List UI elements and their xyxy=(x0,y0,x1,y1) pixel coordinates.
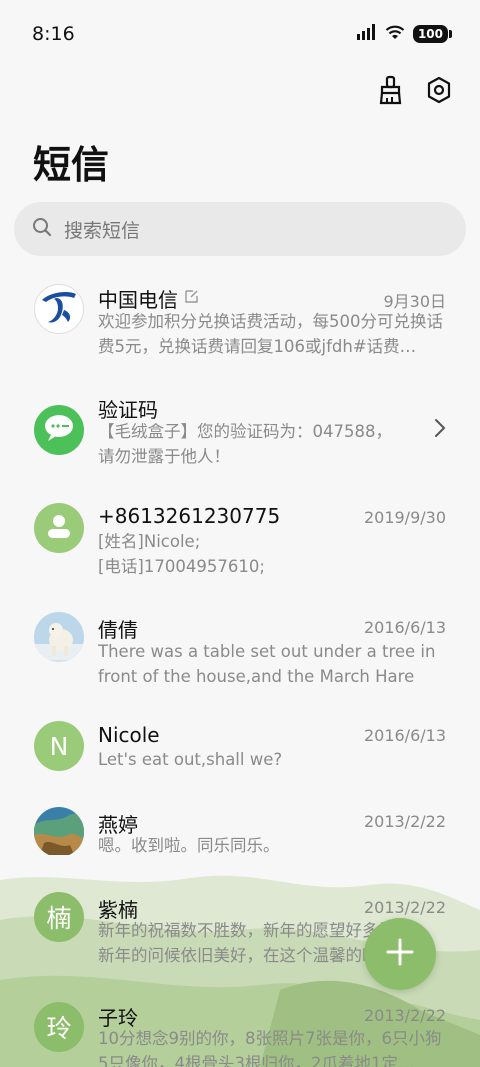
status-bar: 8:16 100 xyxy=(0,0,480,68)
message-date: 2016/6/13 xyxy=(363,618,446,637)
list-item[interactable]: 验证码 【毛绒盒子】您的验证码为：047588，请勿泄露于他人！ xyxy=(0,378,480,486)
sender-name: +8613261230775 xyxy=(98,504,281,528)
list-item[interactable]: 燕婷 2013/2/22 嗯。收到啦。同乐同乐。 xyxy=(0,794,480,880)
list-item[interactable]: 中国电信 9月30日 欢迎参加积分兑换话费活动，每500分可兑换话费5元，兑换话… xyxy=(0,268,480,376)
avatar-letter: 玲 xyxy=(46,1014,72,1043)
china-telecom-logo-icon xyxy=(36,285,82,333)
message-preview-line: [姓名]Nicole; xyxy=(98,532,201,551)
compose-button[interactable] xyxy=(364,918,436,990)
message-preview-line: [电话]17004957610; xyxy=(98,557,265,576)
battery-indicator: 100 xyxy=(412,25,453,43)
message-preview: 嗯。收到啦。同乐同乐。 xyxy=(98,836,280,855)
avatar xyxy=(34,284,84,334)
avatar: 玲 xyxy=(34,1002,84,1052)
message-preview: 欢迎参加积分兑换话费活动，每500分可兑换话费5元，兑换话费请回复106或jfd… xyxy=(98,312,443,356)
toolbar xyxy=(376,75,454,109)
signal-icon xyxy=(356,24,377,44)
message-date: 2016/6/13 xyxy=(363,726,446,745)
avatar xyxy=(34,807,84,857)
polar-bear-photo xyxy=(34,612,84,662)
search-placeholder: 搜索短信 xyxy=(64,219,141,242)
message-date: 2019/9/30 xyxy=(363,508,446,527)
gear-icon xyxy=(426,76,452,108)
list-item[interactable]: +8613261230775 2019/9/30 [姓名]Nicole; [电话… xyxy=(0,488,480,596)
settings-button[interactable] xyxy=(424,75,454,109)
avatar-letter: N xyxy=(49,731,69,761)
list-item[interactable]: 玲 子玲 2013/2/22 10分想念9别的你，8张照片7张是你，6只小狗5只… xyxy=(0,990,480,1067)
list-item[interactable]: 倩倩 2016/6/13 There was a table set out u… xyxy=(0,598,480,706)
avatar xyxy=(34,503,84,553)
message-date: 2013/2/22 xyxy=(363,812,446,831)
plus-icon xyxy=(385,937,415,971)
sender-name: Nicole xyxy=(98,723,160,747)
avatar xyxy=(34,405,84,455)
search-input[interactable]: 搜索短信 xyxy=(14,202,466,256)
message-preview: There was a table set out under a tree i… xyxy=(98,642,436,686)
avatar-letter: 楠 xyxy=(46,904,72,933)
message-preview: Let's eat out,shall we? xyxy=(98,750,283,769)
message-preview: 【毛绒盒子】您的验证码为：047588，请勿泄露于他人！ xyxy=(98,422,392,466)
landscape-photo xyxy=(34,807,84,857)
message-date: 2013/2/22 xyxy=(363,1006,446,1025)
avatar xyxy=(34,612,84,662)
broom-icon xyxy=(378,75,404,109)
avatar: 楠 xyxy=(34,892,84,942)
page-title: 短信 xyxy=(33,143,110,187)
edit-icon xyxy=(184,289,199,308)
status-time: 8:16 xyxy=(32,23,75,45)
avatar: N xyxy=(34,721,84,771)
message-date: 2013/2/22 xyxy=(363,898,446,917)
list-item[interactable]: N Nicole 2016/6/13 Let's eat out,shall w… xyxy=(0,708,480,794)
person-icon xyxy=(46,512,72,544)
chat-bubble-icon xyxy=(42,413,76,447)
clean-button[interactable] xyxy=(376,75,406,109)
wifi-icon xyxy=(385,24,405,44)
message-preview: 10分想念9别的你，8张照片7张是你，6只小狗5只像你，4根骨头3根归你，2爪着… xyxy=(98,1029,442,1067)
search-icon xyxy=(32,217,52,241)
chevron-right-icon[interactable] xyxy=(434,418,446,442)
status-icons: 100 xyxy=(356,24,453,44)
